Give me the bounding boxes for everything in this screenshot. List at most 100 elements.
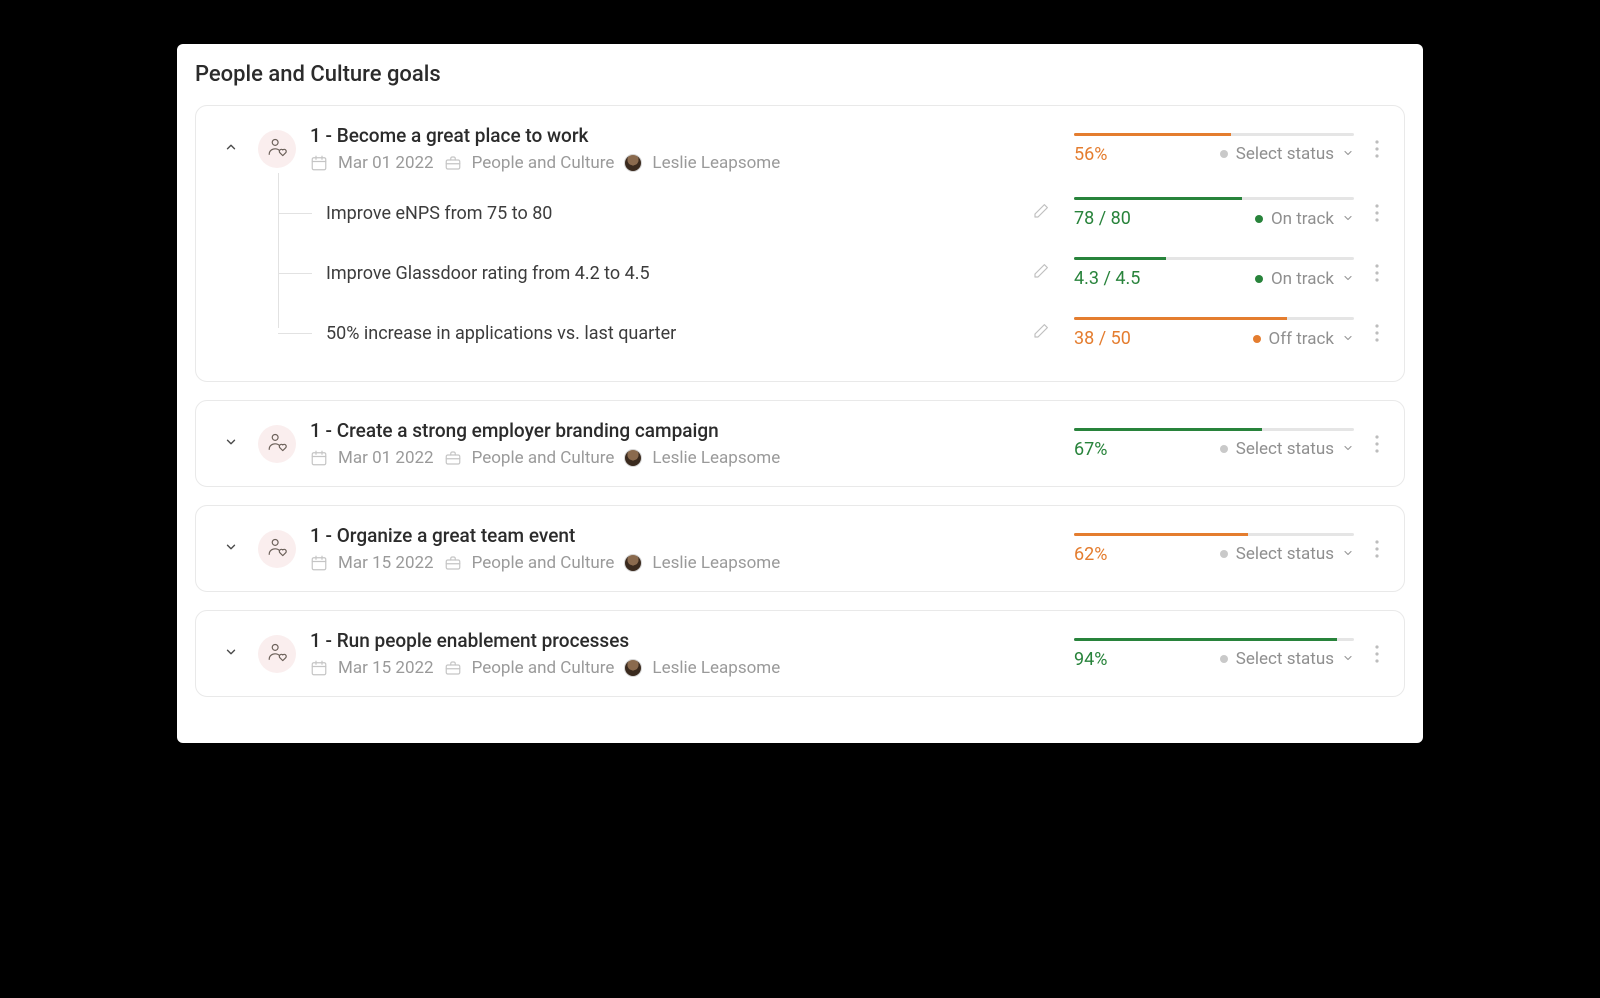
status-select[interactable]: On track xyxy=(1255,269,1354,289)
progress-bar xyxy=(1074,257,1354,260)
progress-block: 4.3 / 4.5 On track xyxy=(1074,257,1354,289)
goal-owner: Leslie Leapsome xyxy=(652,448,780,468)
chevron-down-icon xyxy=(1342,144,1354,164)
status-label: Select status xyxy=(1236,544,1334,564)
progress-bar xyxy=(1074,428,1354,431)
key-result-title: Improve Glassdoor rating from 4.2 to 4.5 xyxy=(278,263,1018,284)
avatar xyxy=(624,449,642,467)
progress-block: 62% Select status xyxy=(1074,533,1354,565)
calendar-icon xyxy=(310,449,328,467)
expand-toggle[interactable] xyxy=(218,136,244,162)
goal-category-icon xyxy=(258,425,296,463)
status-label: On track xyxy=(1271,209,1334,229)
briefcase-icon xyxy=(444,449,462,467)
briefcase-icon xyxy=(444,659,462,677)
page-title: People and Culture goals xyxy=(177,62,1423,105)
goal-owner: Leslie Leapsome xyxy=(652,153,780,173)
calendar-icon xyxy=(310,154,328,172)
key-result-title: Improve eNPS from 75 to 80 xyxy=(278,203,1018,224)
chevron-down-icon xyxy=(1342,649,1354,669)
pencil-icon xyxy=(1032,265,1050,284)
goals-panel: People and Culture goals 1 - Become a gr… xyxy=(177,44,1423,743)
edit-button[interactable] xyxy=(1032,322,1050,344)
goal-meta: Mar 01 2022 People and Culture Leslie Le… xyxy=(310,448,1060,468)
more-menu-button[interactable] xyxy=(1368,264,1386,282)
status-label: Select status xyxy=(1236,439,1334,459)
status-dot-icon xyxy=(1255,215,1263,223)
expand-toggle[interactable] xyxy=(218,431,244,457)
status-dot-icon xyxy=(1220,445,1228,453)
chevron-up-icon xyxy=(224,139,238,158)
more-menu-button[interactable] xyxy=(1368,540,1386,558)
more-menu-button[interactable] xyxy=(1368,645,1386,663)
chevron-down-icon xyxy=(1342,439,1354,459)
progress-fill xyxy=(1074,533,1248,536)
progress-value: 78 / 80 xyxy=(1074,208,1131,229)
status-label: Select status xyxy=(1236,649,1334,669)
status-select[interactable]: Select status xyxy=(1220,439,1354,459)
goal-category-icon xyxy=(258,530,296,568)
goal-header: 1 - Create a strong employer branding ca… xyxy=(218,419,1386,468)
key-result-row: Improve Glassdoor rating from 4.2 to 4.5… xyxy=(278,243,1386,303)
status-select[interactable]: On track xyxy=(1255,209,1354,229)
goal-team: People and Culture xyxy=(472,658,615,678)
calendar-icon xyxy=(310,554,328,572)
status-dot-icon xyxy=(1220,150,1228,158)
person-heart-icon xyxy=(266,641,288,667)
goal-card: 1 - Become a great place to work Mar 01 … xyxy=(195,105,1405,382)
goal-category-icon xyxy=(258,130,296,168)
goal-header: 1 - Organize a great team event Mar 15 2… xyxy=(218,524,1386,573)
more-menu-button[interactable] xyxy=(1368,435,1386,453)
progress-bar xyxy=(1074,533,1354,536)
expand-toggle[interactable] xyxy=(218,536,244,562)
expand-toggle[interactable] xyxy=(218,641,244,667)
tree-branch xyxy=(278,333,312,334)
avatar xyxy=(624,659,642,677)
edit-button[interactable] xyxy=(1032,202,1050,224)
progress-fill xyxy=(1074,428,1262,431)
avatar xyxy=(624,554,642,572)
goal-meta: Mar 15 2022 People and Culture Leslie Le… xyxy=(310,658,1060,678)
status-dot-icon xyxy=(1253,335,1261,343)
progress-value: 38 / 50 xyxy=(1074,328,1131,349)
goal-category-icon xyxy=(258,635,296,673)
status-select[interactable]: Select status xyxy=(1220,544,1354,564)
status-select[interactable]: Select status xyxy=(1220,649,1354,669)
goal-meta: Mar 01 2022 People and Culture Leslie Le… xyxy=(310,153,1060,173)
progress-value: 56% xyxy=(1074,144,1107,165)
goal-card: 1 - Create a strong employer branding ca… xyxy=(195,400,1405,487)
progress-bar xyxy=(1074,133,1354,136)
goal-team: People and Culture xyxy=(472,448,615,468)
chevron-down-icon xyxy=(1342,269,1354,289)
edit-button[interactable] xyxy=(1032,262,1050,284)
goal-title: 1 - Run people enablement processes xyxy=(310,629,1060,652)
status-dot-icon xyxy=(1220,655,1228,663)
goal-date: Mar 15 2022 xyxy=(338,658,434,678)
goal-team: People and Culture xyxy=(472,153,615,173)
goal-date: Mar 01 2022 xyxy=(338,153,434,173)
progress-value: 94% xyxy=(1074,649,1107,670)
key-result-row: Improve eNPS from 75 to 80 78 / 80 On tr… xyxy=(278,183,1386,243)
more-menu-button[interactable] xyxy=(1368,204,1386,222)
status-label: Select status xyxy=(1236,144,1334,164)
goal-card: 1 - Organize a great team event Mar 15 2… xyxy=(195,505,1405,592)
goal-header: 1 - Run people enablement processes Mar … xyxy=(218,629,1386,678)
status-select[interactable]: Select status xyxy=(1220,144,1354,164)
status-select[interactable]: Off track xyxy=(1253,329,1355,349)
pencil-icon xyxy=(1032,325,1050,344)
goal-title: 1 - Create a strong employer branding ca… xyxy=(310,419,1060,442)
briefcase-icon xyxy=(444,554,462,572)
more-menu-button[interactable] xyxy=(1368,324,1386,342)
chevron-down-icon xyxy=(1342,209,1354,229)
goal-owner: Leslie Leapsome xyxy=(652,658,780,678)
person-heart-icon xyxy=(266,136,288,162)
progress-fill xyxy=(1074,257,1166,260)
progress-value: 62% xyxy=(1074,544,1107,565)
key-result-title: 50% increase in applications vs. last qu… xyxy=(278,323,1018,344)
goal-date: Mar 01 2022 xyxy=(338,448,434,468)
person-heart-icon xyxy=(266,431,288,457)
chevron-down-icon xyxy=(1342,329,1354,349)
more-menu-button[interactable] xyxy=(1368,140,1386,158)
progress-block: 94% Select status xyxy=(1074,638,1354,670)
briefcase-icon xyxy=(444,154,462,172)
